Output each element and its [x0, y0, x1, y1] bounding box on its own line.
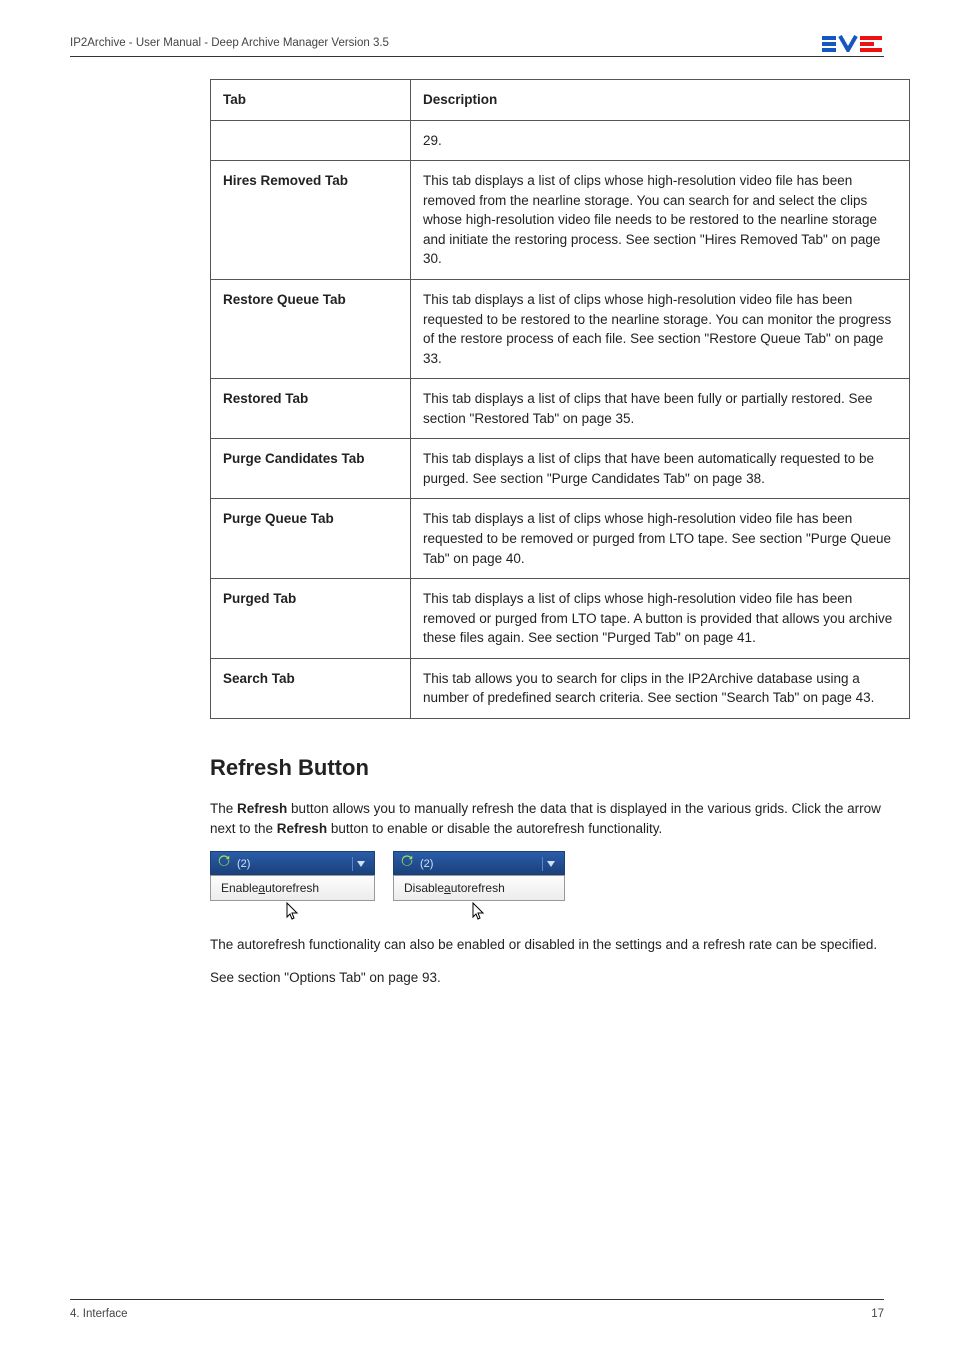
- paragraph-text: button to enable or disable the autorefr…: [327, 821, 662, 836]
- refresh-menu-enable: (2) Enable autorefresh: [210, 851, 375, 923]
- paragraph-settings: The autorefresh functionality can also b…: [210, 935, 910, 955]
- table-row: Purge Candidates Tab This tab displays a…: [211, 439, 910, 499]
- table-cell-desc: 29.: [411, 120, 910, 161]
- table-cell-tab: Hires Removed Tab: [211, 161, 411, 280]
- tab-description-table: Tab Description 29. Hires Removed Tab Th…: [210, 79, 910, 719]
- menu-item-underline: a: [258, 881, 265, 895]
- table-cell-tab: Restored Tab: [211, 379, 411, 439]
- paragraph-text: The: [210, 801, 237, 816]
- chevron-down-icon[interactable]: [542, 857, 558, 871]
- table-row: Restored Tab This tab displays a list of…: [211, 379, 910, 439]
- footer-page-number: 17: [871, 1308, 884, 1320]
- footer-section: 4. Interface: [70, 1308, 128, 1320]
- menu-item-label-prefix: Enable: [221, 881, 258, 895]
- table-cell-tab: Search Tab: [211, 658, 411, 718]
- cursor-icon: [472, 902, 486, 920]
- table-row: 29.: [211, 120, 910, 161]
- doc-title: IP2Archive - User Manual - Deep Archive …: [70, 37, 389, 49]
- table-cell-desc: This tab displays a list of clips whose …: [411, 579, 910, 659]
- paragraph-seealso: See section "Options Tab" on page 93.: [210, 968, 910, 988]
- menu-item-label-suffix: utorefresh: [265, 881, 319, 895]
- table-head-description: Description: [411, 80, 910, 121]
- table-cell-tab: Purge Candidates Tab: [211, 439, 411, 499]
- paragraph-intro: The Refresh button allows you to manuall…: [210, 799, 910, 840]
- menu-item-label-prefix: Disable: [404, 881, 444, 895]
- cursor-icon: [286, 902, 300, 920]
- table-cell-tab: Restore Queue Tab: [211, 279, 411, 378]
- menu-item-underline: a: [444, 881, 451, 895]
- refresh-button[interactable]: (2): [393, 851, 565, 875]
- table-cell-tab: Purged Tab: [211, 579, 411, 659]
- bold-refresh-2: Refresh: [277, 821, 327, 836]
- refresh-menu-disable: (2) Disable autorefresh: [393, 851, 565, 923]
- table-cell-desc: This tab displays a list of clips whose …: [411, 161, 910, 280]
- table-cell-desc: This tab allows you to search for clips …: [411, 658, 910, 718]
- menu-item-disable-autorefresh[interactable]: Disable autorefresh: [393, 875, 565, 901]
- menu-item-label-suffix: utorefresh: [451, 881, 505, 895]
- menu-item-enable-autorefresh[interactable]: Enable autorefresh: [210, 875, 375, 901]
- table-cell-desc: This tab displays a list of clips that h…: [411, 379, 910, 439]
- table-cell-desc: This tab displays a list of clips whose …: [411, 279, 910, 378]
- table-row: Hires Removed Tab This tab displays a li…: [211, 161, 910, 280]
- table-row: Purged Tab This tab displays a list of c…: [211, 579, 910, 659]
- table-head-tab: Tab: [211, 80, 411, 121]
- refresh-icon: [217, 854, 231, 873]
- header-divider: [70, 56, 884, 57]
- brand-logo: [822, 34, 884, 52]
- table-cell-tab: [211, 120, 411, 161]
- refresh-count-label: (2): [237, 858, 250, 870]
- refresh-count-label: (2): [420, 858, 433, 870]
- table-cell-tab: Purge Queue Tab: [211, 499, 411, 579]
- table-row: Purge Queue Tab This tab displays a list…: [211, 499, 910, 579]
- refresh-button[interactable]: (2): [210, 851, 375, 875]
- refresh-icon: [400, 854, 414, 873]
- bold-refresh-1: Refresh: [237, 801, 287, 816]
- table-cell-desc: This tab displays a list of clips whose …: [411, 499, 910, 579]
- table-cell-desc: This tab displays a list of clips that h…: [411, 439, 910, 499]
- chevron-down-icon[interactable]: [352, 857, 368, 871]
- table-row: Search Tab This tab allows you to search…: [211, 658, 910, 718]
- section-title-refresh-button: Refresh Button: [210, 755, 884, 781]
- footer-divider: [70, 1299, 884, 1300]
- table-row: Restore Queue Tab This tab displays a li…: [211, 279, 910, 378]
